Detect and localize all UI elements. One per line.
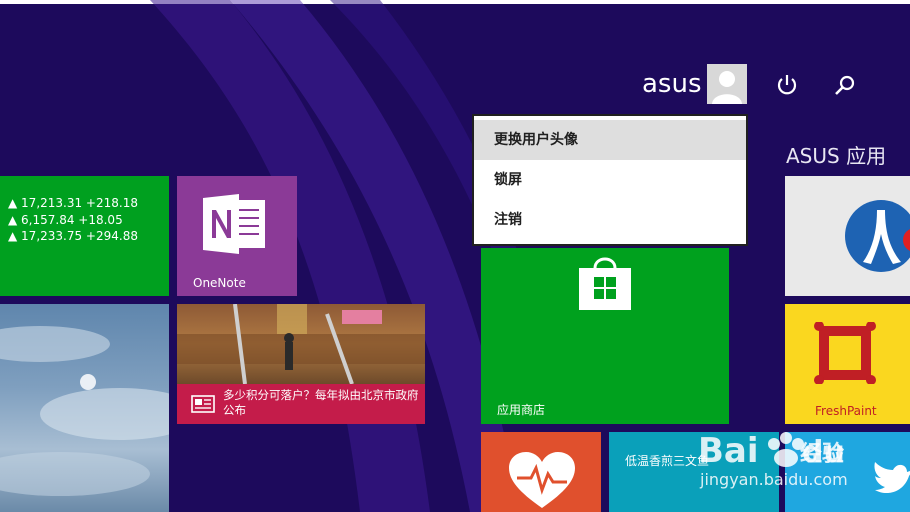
user-menu: 更换用户头像 锁屏 注销 [472,114,748,246]
finance-tile[interactable]: ▲ 17,213.31 +218.18 ▲ 6,157.84 +18.05 ▲ … [0,176,169,296]
heart-rate-icon [509,452,575,508]
finance-row: ▲ 17,233.75 +294.88 [8,229,138,243]
menu-item-change-avatar[interactable]: 更换用户头像 [474,120,746,160]
onenote-icon [203,194,265,254]
group-title: ASUS 应用 [786,144,887,168]
search-button[interactable] [832,72,858,98]
power-button[interactable] [774,72,800,98]
photos-tile[interactable] [0,304,169,512]
news-image [177,304,425,385]
baidu-watermark-logo: Bai du [698,431,845,471]
menu-item-lock[interactable]: 锁屏 [474,160,746,200]
menu-item-sign-out[interactable]: 注销 [474,200,746,240]
news-tile[interactable]: 多少积分可落户？每年拟由北京市政府公布 [177,304,425,424]
freshpaint-tile[interactable]: FreshPaint [785,304,910,424]
asus-app-tile[interactable] [785,176,910,296]
freshpaint-label: FreshPaint [815,404,877,418]
watermark-url: jingyan.baidu.com [700,470,848,489]
watermark-brand: 经验 [800,442,845,467]
shopping-bag-icon [579,257,631,310]
store-tile[interactable]: 应用商店 [481,248,729,424]
renren-logo-icon [845,200,910,272]
news-headline: 多少积分可落户？每年拟由北京市政府公布 [223,388,419,417]
search-icon [835,75,855,95]
finance-row: ▲ 17,213.31 +218.18 [8,196,138,210]
finance-row: ▲ 6,157.84 +18.05 [8,213,123,227]
user-avatar[interactable] [707,64,747,104]
sky-photo [0,326,169,496]
newspaper-icon [191,395,215,413]
onenote-tile[interactable]: OneNote [177,176,297,296]
health-tile[interactable] [481,432,601,512]
power-icon [777,75,797,95]
svg-text:Bai: Bai [698,431,759,471]
picture-frame-icon [814,322,876,384]
top-edge [0,0,910,4]
onenote-label: OneNote [193,276,246,290]
store-label: 应用商店 [497,403,546,417]
user-name[interactable]: asus [642,69,702,99]
user-silhouette-icon [707,64,747,104]
